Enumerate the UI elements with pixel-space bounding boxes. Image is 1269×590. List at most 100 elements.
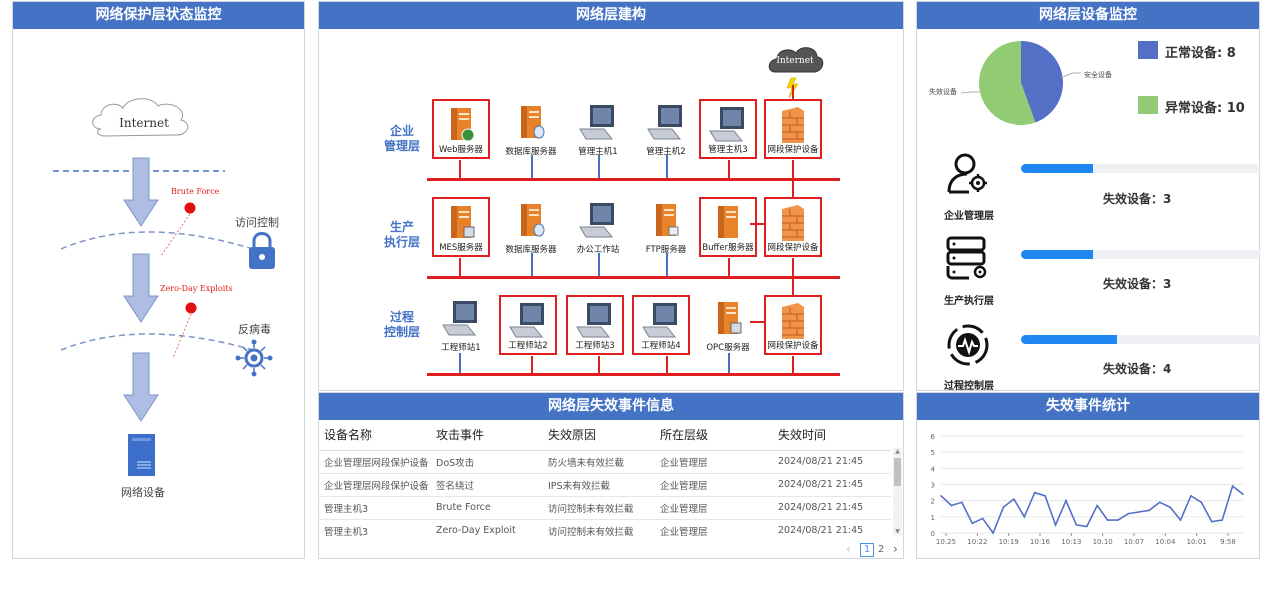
pie-label-fail: 失效设备 bbox=[929, 88, 957, 96]
control-fail-bar-fill bbox=[1021, 335, 1117, 344]
execution-bus bbox=[427, 276, 840, 279]
col-layer: 所在层级 bbox=[655, 420, 773, 451]
enterprise-fail-bar-fill bbox=[1021, 164, 1093, 173]
network-device-icon bbox=[128, 434, 155, 476]
workstation-icon bbox=[442, 301, 477, 336]
data-point bbox=[1023, 516, 1026, 518]
device-ftp-server[interactable]: FTP服务器 bbox=[637, 197, 695, 257]
process-pulse-icon bbox=[947, 324, 989, 366]
enterprise-bus bbox=[427, 178, 840, 181]
data-point bbox=[940, 495, 942, 497]
server-icon bbox=[718, 302, 742, 334]
pager-page-1[interactable]: 1 bbox=[860, 543, 874, 557]
execution-fail-bar-fill bbox=[1021, 250, 1093, 259]
data-point bbox=[1065, 499, 1067, 502]
x-tick-label: 10:13 bbox=[1061, 538, 1081, 546]
data-point bbox=[1231, 485, 1234, 487]
table-row[interactable]: 企业管理层网段保护设备 签名绕过 IPS未有效拦截 企业管理层 2024/08/21 2… bbox=[319, 473, 891, 497]
series-line bbox=[940, 484, 1244, 535]
antivirus-icon bbox=[235, 339, 273, 377]
device-label: MES服务器 bbox=[439, 243, 483, 253]
pager-page-2[interactable]: 2 bbox=[878, 544, 884, 555]
table-row[interactable]: 企业管理层网段保护设备 DoS攻击 防火墙未有效拦截 企业管理层 2024/08/21 … bbox=[319, 450, 891, 474]
server-icon bbox=[521, 204, 545, 237]
device-segment-firewall-3[interactable]: 网段保护设备 bbox=[764, 295, 822, 355]
y-tick-label: 1 bbox=[931, 514, 935, 522]
brute-force-dot bbox=[184, 202, 196, 214]
y-tick-label: 5 bbox=[931, 449, 935, 457]
device-web-server[interactable]: Web服务器 bbox=[432, 99, 490, 159]
pager-prev[interactable]: ‹ bbox=[846, 542, 851, 556]
device-label: Buffer服务器 bbox=[702, 243, 754, 253]
x-tick-label: 10:04 bbox=[1155, 538, 1176, 546]
events-scrollbar[interactable]: ▲ ▼ bbox=[893, 448, 902, 536]
device-office-workstation[interactable]: 办公工作站 bbox=[569, 197, 627, 257]
layer-name-enterprise: 企业管理层 bbox=[944, 211, 994, 222]
device-eng-station-1[interactable]: 工程师站1 bbox=[432, 295, 490, 355]
enterprise-fail-count: 失效设备：3 bbox=[1103, 192, 1172, 206]
col-device-name: 设备名称 bbox=[319, 420, 431, 451]
pager-next[interactable]: › bbox=[893, 542, 898, 556]
server-icon bbox=[521, 106, 545, 139]
execution-fail-bar bbox=[1021, 250, 1261, 259]
zero-day-label: Zero-Day Exploits bbox=[160, 284, 233, 293]
table-row[interactable]: 管理主机3 Brute Force 访问控制未有效拦截 企业管理层 2024/08/21… bbox=[319, 496, 891, 520]
device-buffer-server[interactable]: Buffer服务器 bbox=[699, 197, 757, 257]
device-db-server[interactable]: 数据库服务器 bbox=[502, 99, 560, 159]
device-mgmt-host-2[interactable]: 管理主机2 bbox=[637, 99, 695, 159]
firewall-icon bbox=[782, 107, 804, 143]
x-tick-label: 10:25 bbox=[936, 538, 956, 546]
protection-diagram bbox=[53, 98, 275, 476]
device-eng-station-4[interactable]: 工程师站4 bbox=[632, 295, 690, 355]
col-time: 失效时间 bbox=[773, 420, 891, 451]
pie-leader-fail bbox=[960, 91, 980, 94]
data-point bbox=[1044, 495, 1046, 497]
device-label: 工程师站4 bbox=[641, 341, 681, 351]
data-point bbox=[1210, 520, 1213, 523]
y-tick-label: 4 bbox=[931, 465, 936, 473]
device-segment-firewall-2[interactable]: 网段保护设备 bbox=[764, 197, 822, 257]
device-monitor-panel: 网络层设备监控 安全设备 失效设备 正常设备: 8 异常设备: 10 企业管理层… bbox=[916, 1, 1261, 392]
events-title: 网络层失效事件信息 bbox=[319, 393, 903, 420]
server-gear-icon bbox=[946, 236, 987, 280]
data-point bbox=[1148, 509, 1151, 512]
y-tick-label: 6 bbox=[931, 433, 936, 441]
shield-arc-1 bbox=[60, 231, 254, 250]
events-panel: 网络层失效事件信息 设备名称 攻击事件 失效原因 所在层级 失效时间 企业管理层… bbox=[318, 392, 904, 559]
data-point bbox=[1200, 501, 1203, 504]
scroll-thumb[interactable] bbox=[894, 458, 901, 486]
device-label: 管理主机2 bbox=[646, 147, 686, 157]
data-point bbox=[1013, 498, 1015, 500]
scroll-down-icon[interactable]: ▼ bbox=[893, 528, 902, 536]
table-row[interactable]: 管理主机3 Zero-Day Exploit 访问控制未有效拦截 企业管理层 2024/… bbox=[319, 519, 891, 538]
data-point bbox=[1169, 506, 1171, 508]
device-mgmt-host-3[interactable]: 管理主机3 bbox=[699, 99, 757, 159]
device-db-server-2[interactable]: 数据库服务器 bbox=[502, 197, 560, 257]
device-label: 管理主机3 bbox=[708, 145, 748, 155]
pie-label-safe: 安全设备 bbox=[1084, 71, 1112, 79]
device-eng-station-3[interactable]: 工程师站3 bbox=[566, 295, 624, 355]
device-opc-server[interactable]: OPC服务器 bbox=[699, 295, 757, 355]
legend-normal-swatch bbox=[1138, 41, 1158, 59]
protection-status-title: 网络保护层状态监控 bbox=[13, 2, 304, 29]
workstation-icon bbox=[579, 203, 614, 238]
scroll-up-icon[interactable]: ▲ bbox=[893, 448, 902, 456]
zone-label-control: 过程 控制层 bbox=[383, 310, 420, 339]
device-mes-server[interactable]: MES服务器 bbox=[432, 197, 490, 257]
flow-arrow-2 bbox=[123, 253, 159, 323]
server-icon bbox=[656, 204, 679, 236]
flow-arrow-3 bbox=[123, 352, 159, 422]
brute-force-label: Brute Force bbox=[171, 187, 220, 196]
data-point bbox=[1096, 504, 1099, 507]
zone-label-execution: 生产 执行层 bbox=[383, 220, 420, 249]
col-reason: 失效原因 bbox=[543, 420, 655, 451]
device-label: 办公工作站 bbox=[576, 245, 620, 255]
device-mgmt-host-1[interactable]: 管理主机1 bbox=[569, 99, 627, 159]
data-point bbox=[961, 501, 963, 504]
device-eng-station-2[interactable]: 工程师站2 bbox=[499, 295, 557, 355]
device-segment-firewall-1[interactable]: 网段保护设备 bbox=[764, 99, 822, 159]
device-label: 数据库服务器 bbox=[505, 147, 557, 157]
col-attack: 攻击事件 bbox=[431, 420, 543, 451]
workstation-icon bbox=[709, 107, 744, 142]
device-label: 工程师站3 bbox=[575, 341, 615, 351]
